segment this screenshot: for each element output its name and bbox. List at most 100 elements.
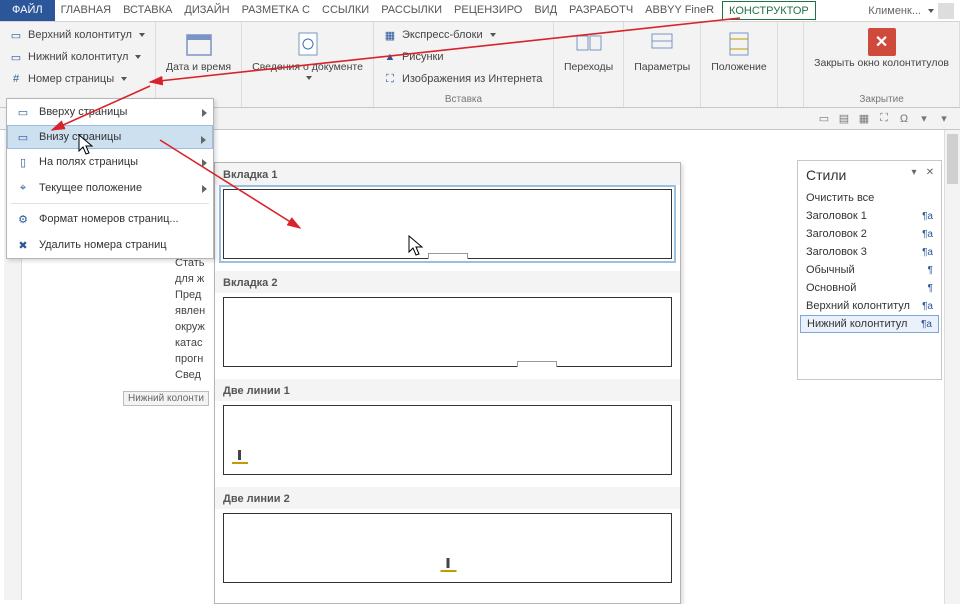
group-close-label: Закрытие: [808, 94, 955, 107]
style-name: Основной: [806, 282, 856, 294]
group-datetime: Дата и время: [156, 22, 242, 107]
menu-top-of-page[interactable]: ▭ Вверху страницы: [7, 99, 213, 125]
vertical-scrollbar[interactable]: [944, 130, 960, 604]
tab-references[interactable]: ССЫЛКИ: [316, 0, 375, 21]
tb-icon[interactable]: Ω: [896, 111, 912, 127]
gallery-item-lines2[interactable]: [223, 513, 672, 583]
chevron-down-icon[interactable]: ▾: [936, 111, 952, 127]
menu-label: Вверху страницы: [39, 106, 127, 118]
footer-preview-icon: [238, 450, 241, 460]
tab-insert[interactable]: ВСТАВКА: [117, 0, 178, 21]
account-area[interactable]: Клименк...: [868, 0, 960, 21]
menu-page-margins[interactable]: ▯ На полях страницы: [7, 149, 213, 175]
gallery-item-lines1[interactable]: [223, 405, 672, 475]
tab-home[interactable]: ГЛАВНАЯ: [55, 0, 117, 21]
page-bottom-icon: ▭: [15, 129, 31, 145]
tab-design[interactable]: ДИЗАЙН: [178, 0, 235, 21]
btn-params[interactable]: Параметры: [628, 24, 696, 78]
tab-abbyy[interactable]: ABBYY FineR: [639, 0, 720, 21]
caret-icon: [490, 33, 496, 37]
tab-developer[interactable]: РАЗРАБОТЧ: [563, 0, 639, 21]
tb-icon[interactable]: ▤: [836, 111, 852, 127]
menu-label: Удалить номера страниц: [39, 239, 167, 251]
menu-label: Формат номеров страниц...: [39, 213, 179, 225]
tb-icon[interactable]: ▦: [856, 111, 872, 127]
btn-quick-parts[interactable]: ▦ Экспресс-блоки: [378, 24, 549, 46]
account-caret-icon: [928, 9, 934, 13]
btn-docinfo[interactable]: Сведения о документе: [246, 24, 369, 84]
menu-current-position[interactable]: ⌖ Текущее положение: [7, 175, 213, 201]
btn-pictures-label: Рисунки: [402, 51, 444, 63]
tab-review[interactable]: РЕЦЕНЗИРО: [448, 0, 528, 21]
page-number-icon: #: [8, 71, 24, 87]
submenu-arrow-icon: [201, 136, 206, 144]
remove-icon: ✖: [15, 237, 31, 253]
btn-close-hf-label: Закрыть окно колонтитулов: [814, 58, 949, 70]
group-transitions: Переходы: [554, 22, 624, 107]
group-header-footer: ▭ Верхний колонтитул ▭ Нижний колонтитул…: [0, 22, 156, 107]
tab-mailings[interactable]: РАССЫЛКИ: [375, 0, 448, 21]
style-row[interactable]: Заголовок 3¶a: [798, 243, 941, 261]
page-number-dropdown: ▭ Вверху страницы ▭ Внизу страницы ▯ На …: [6, 98, 214, 259]
tb-icon[interactable]: ⛶: [876, 111, 892, 127]
btn-docinfo-label: Сведения о документе: [252, 62, 363, 74]
gallery-header: Две линии 2: [215, 487, 680, 509]
menu-remove-numbers[interactable]: ✖ Удалить номера страниц: [7, 232, 213, 258]
styles-pane-controls: ▾ ✕: [907, 165, 937, 179]
btn-datetime[interactable]: Дата и время: [160, 24, 237, 78]
tab-layout[interactable]: РАЗМЕТКА С: [236, 0, 316, 21]
pane-dropdown-icon[interactable]: ▾: [907, 165, 921, 179]
btn-page-number[interactable]: # Номер страницы: [4, 68, 151, 90]
scroll-thumb[interactable]: [947, 134, 958, 184]
quick-parts-icon: ▦: [382, 27, 398, 43]
page-margins-icon: ▯: [15, 154, 31, 170]
style-glyph-icon: ¶: [928, 265, 933, 276]
style-row[interactable]: Заголовок 1¶a: [798, 207, 941, 225]
style-glyph-icon: ¶a: [922, 211, 933, 222]
page-number-gallery: Вкладка 1 Вкладка 2 Две линии 1 Две лини…: [214, 162, 681, 604]
style-row[interactable]: Заголовок 2¶a: [798, 225, 941, 243]
btn-quick-parts-label: Экспресс-блоки: [402, 29, 483, 41]
group-insert: ▦ Экспресс-блоки ▲ Рисунки ⛶ Изображения…: [374, 22, 554, 107]
btn-online-pictures-label: Изображения из Интернета: [402, 73, 542, 85]
chevron-down-icon[interactable]: ▾: [916, 111, 932, 127]
style-row[interactable]: Очистить все: [798, 189, 941, 207]
pane-close-icon[interactable]: ✕: [923, 165, 937, 179]
header-icon: ▭: [8, 27, 24, 43]
btn-footer-label: Нижний колонтитул: [28, 51, 128, 63]
style-row[interactable]: Верхний колонтитул¶a: [798, 297, 941, 315]
gallery-item-tab2[interactable]: [223, 297, 672, 367]
style-row[interactable]: Нижний колонтитул¶a: [800, 315, 939, 333]
current-position-icon: ⌖: [15, 180, 31, 196]
tab-constructor[interactable]: КОНСТРУКТОР: [722, 1, 816, 20]
tab-view[interactable]: ВИД: [528, 0, 563, 21]
btn-transitions[interactable]: Переходы: [558, 24, 619, 78]
btn-online-pictures[interactable]: ⛶ Изображения из Интернета: [378, 68, 549, 90]
ribbon-tabs: ФАЙЛ ГЛАВНАЯ ВСТАВКА ДИЗАЙН РАЗМЕТКА С С…: [0, 0, 960, 22]
style-row[interactable]: Основной¶: [798, 279, 941, 297]
tab-file[interactable]: ФАЙЛ: [0, 0, 55, 21]
globe-icon: ⛶: [382, 71, 398, 87]
menu-format-numbers[interactable]: ⚙ Формат номеров страниц...: [7, 206, 213, 232]
btn-datetime-label: Дата и время: [166, 62, 231, 74]
style-name: Заголовок 2: [806, 228, 867, 240]
group-params: Параметры: [624, 22, 701, 107]
btn-position[interactable]: Положение: [705, 24, 773, 78]
calendar-icon: [183, 28, 215, 60]
btn-footer[interactable]: ▭ Нижний колонтитул: [4, 46, 151, 68]
btn-pictures[interactable]: ▲ Рисунки: [378, 46, 549, 68]
style-name: Заголовок 3: [806, 246, 867, 258]
btn-close-hf[interactable]: ✕ Закрыть окно колонтитулов: [808, 24, 955, 74]
gallery-header: Две линии 1: [215, 379, 680, 401]
gallery-item-tab1[interactable]: [223, 189, 672, 259]
group-docinfo: Сведения о документе: [242, 22, 374, 107]
btn-header[interactable]: ▭ Верхний колонтитул: [4, 24, 151, 46]
style-row[interactable]: Обычный¶: [798, 261, 941, 279]
tb-icon[interactable]: ▭: [816, 111, 832, 127]
group-insert-label: Вставка: [378, 94, 549, 107]
menu-bottom-of-page[interactable]: ▭ Внизу страницы: [7, 125, 213, 149]
style-glyph-icon: ¶a: [922, 301, 933, 312]
caret-icon: [306, 76, 312, 80]
caret-icon: [121, 77, 127, 81]
format-icon: ⚙: [15, 211, 31, 227]
